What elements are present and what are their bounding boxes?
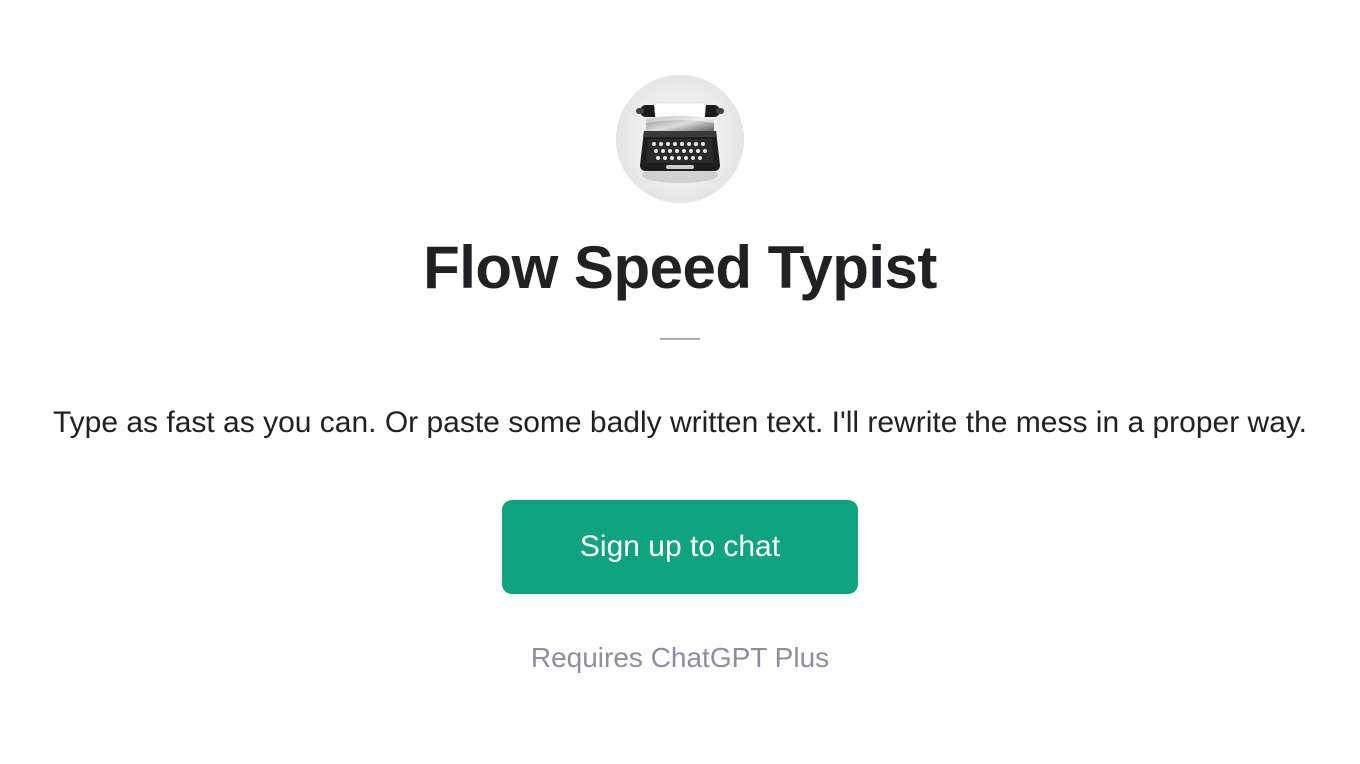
- requirement-text: Requires ChatGPT Plus: [531, 642, 829, 674]
- app-description: Type as fast as you can. Or paste some b…: [53, 402, 1307, 444]
- signup-button[interactable]: Sign up to chat: [502, 500, 858, 594]
- app-avatar: [616, 75, 744, 203]
- app-title: Flow Speed Typist: [423, 233, 937, 302]
- typewriter-icon: [616, 75, 744, 203]
- divider: [660, 338, 700, 340]
